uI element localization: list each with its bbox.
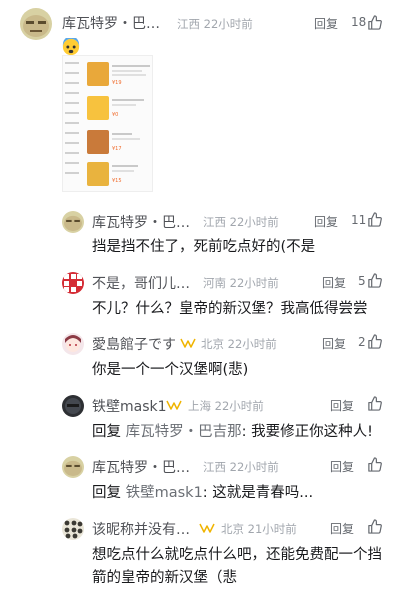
mention-link[interactable]: 铁壁mask1: [126, 485, 203, 501]
reply-prefix: 回复: [92, 485, 126, 501]
menu-item: ¥19: [87, 62, 153, 90]
menu-item: ¥17: [87, 130, 153, 158]
burger-image: [87, 62, 109, 86]
thumbs-up-icon[interactable]: [367, 15, 382, 30]
location-time: 河南 22小时前: [203, 276, 279, 290]
menu-sidebar: [65, 62, 83, 182]
reply-button[interactable]: 回复: [314, 213, 338, 230]
burger-image: [87, 130, 109, 154]
user-avatar[interactable]: [62, 272, 84, 294]
mention-link[interactable]: 库瓦特罗・巴吉那: [126, 424, 242, 440]
verified-badge-icon: [199, 523, 215, 533]
location-time: 上海 22小时前: [188, 399, 264, 413]
like-count: 5: [358, 274, 366, 288]
reply-button[interactable]: 回复: [330, 458, 354, 475]
menu-item: ¥0: [87, 96, 153, 124]
thumbs-up-icon[interactable]: [367, 519, 382, 534]
thumbs-up-icon[interactable]: [367, 457, 382, 472]
comment-text: 你是一个一个汉堡啊(悲): [92, 362, 249, 378]
thumbs-up-icon[interactable]: [367, 273, 382, 288]
thumbs-up-icon[interactable]: [367, 212, 382, 227]
thumbs-up-icon[interactable]: [367, 334, 382, 349]
comment-text-body: : 我要修正你这种人!: [241, 424, 373, 440]
menu-item: ¥15: [87, 162, 153, 190]
burger-image: [87, 96, 109, 120]
reply-button[interactable]: 回复: [330, 520, 354, 537]
verified-badge-icon: [166, 400, 182, 410]
item-price: ¥17: [112, 146, 122, 152]
comment-text-body: : 这就是青春吗...: [202, 485, 314, 501]
user-avatar[interactable]: [62, 456, 84, 478]
helmet-icon: [62, 395, 84, 417]
location-time: 江西 22小时前: [177, 17, 253, 31]
item-price: ¥15: [112, 178, 122, 184]
username[interactable]: 该昵称并没有…: [92, 519, 190, 539]
user-avatar[interactable]: [62, 211, 84, 233]
red-pattern-icon: [62, 272, 84, 294]
location-time: 北京 21小时前: [221, 522, 297, 536]
username[interactable]: 库瓦特罗・巴…: [92, 212, 190, 232]
user-avatar[interactable]: [62, 518, 84, 540]
comment-text-line-2: 箭的皇帝的新汉堡（悲: [92, 570, 237, 586]
like-count: 2: [358, 335, 366, 349]
thumbs-up-icon[interactable]: [367, 396, 382, 411]
comment-text: 不儿？什么？皇帝的新汉堡？我高低得尝尝: [92, 301, 368, 317]
username[interactable]: 铁壁mask1: [92, 396, 167, 416]
reply-button[interactable]: 回复: [322, 335, 346, 352]
comment-text: 挡是挡不住了，死前吃点好的(不是: [92, 239, 316, 255]
meme-face-icon: [62, 456, 84, 478]
comment-text: 回复 库瓦特罗・巴吉那: 我要修正你这种人!: [92, 420, 373, 441]
meme-face-icon: [20, 8, 52, 40]
username[interactable]: 不是，哥们儿…: [92, 273, 190, 293]
reply-button[interactable]: 回复: [322, 274, 346, 291]
comment-text-line-1: 想吃点什么就吃点什么吧，还能免费配一个挡: [92, 547, 382, 563]
location-time: 江西 22小时前: [203, 460, 279, 474]
reply-prefix: 回复: [92, 424, 126, 440]
fearful-face-emoji: [62, 38, 80, 56]
reply-button[interactable]: 回复: [330, 397, 354, 414]
user-avatar[interactable]: [20, 8, 52, 40]
like-count: 11: [351, 213, 367, 227]
location-time: 江西 22小时前: [203, 215, 279, 229]
menu-screenshot-image[interactable]: ¥19 ¥0 ¥17 ¥15: [62, 55, 153, 192]
username[interactable]: 库瓦特罗・巴…: [62, 13, 160, 33]
verified-badge-icon: [180, 338, 196, 348]
item-price: ¥19: [112, 80, 122, 86]
item-price: ¥0: [112, 112, 119, 118]
user-avatar[interactable]: [62, 395, 84, 417]
like-count: 18: [351, 15, 367, 29]
comment-text: 回复 铁壁mask1: 这就是青春吗...: [92, 481, 313, 502]
anime-girl-icon: [62, 333, 84, 355]
username[interactable]: 愛島館子です: [92, 334, 176, 354]
reply-button[interactable]: 回复: [314, 15, 338, 32]
meme-face-icon: [62, 211, 84, 233]
dotted-pattern-icon: [62, 518, 84, 540]
burger-image: [87, 162, 109, 186]
username[interactable]: 库瓦特罗・巴…: [92, 457, 190, 477]
location-time: 北京 22小时前: [201, 337, 277, 351]
user-avatar[interactable]: [62, 333, 84, 355]
